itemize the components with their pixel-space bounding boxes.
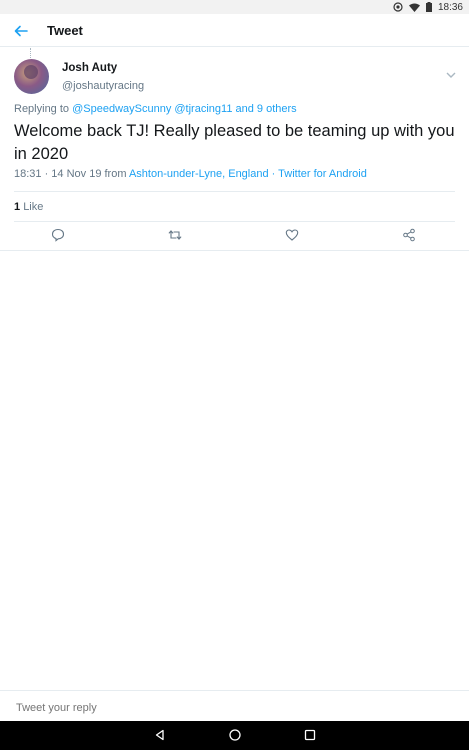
status-bar: 18:36 xyxy=(0,0,469,14)
like-count-number: 1 xyxy=(14,201,21,213)
app-bar: Tweet xyxy=(0,14,469,47)
author-handle[interactable]: @joshautyracing xyxy=(62,80,144,92)
reply-icon[interactable] xyxy=(51,228,67,244)
wifi-icon xyxy=(408,3,420,12)
nav-back-icon[interactable] xyxy=(153,728,167,742)
back-arrow-icon[interactable] xyxy=(12,22,30,40)
retweet-icon[interactable] xyxy=(168,228,184,244)
like-icon[interactable] xyxy=(285,228,301,244)
reply-input[interactable] xyxy=(14,701,418,715)
likes-count[interactable]: 1 Like xyxy=(14,201,43,213)
cast-icon xyxy=(393,2,403,12)
battery-icon xyxy=(425,2,432,12)
nav-home-icon[interactable] xyxy=(228,728,242,742)
tweet-timestamp: 18:31 · 14 Nov 19 from xyxy=(14,168,127,180)
page-title: Tweet xyxy=(47,23,83,38)
divider xyxy=(14,191,455,192)
nav-recents-icon[interactable] xyxy=(303,728,317,742)
tweet-meta: 18:31 · 14 Nov 19 from Ashton-under-Lyne… xyxy=(14,168,367,180)
thread-connector xyxy=(30,48,31,58)
avatar[interactable] xyxy=(14,59,49,94)
share-icon[interactable] xyxy=(402,228,418,244)
tweet-location-source[interactable]: Ashton-under-Lyne, England · Twitter for… xyxy=(129,168,367,180)
tweet-text: Welcome back TJ! Really pleased to be te… xyxy=(14,122,455,163)
system-nav-bar xyxy=(0,721,469,750)
divider xyxy=(14,221,455,222)
reply-composer xyxy=(0,690,469,720)
replying-prefix: Replying to xyxy=(14,103,70,115)
chevron-down-icon[interactable] xyxy=(446,66,456,78)
like-count-label: Like xyxy=(23,201,44,213)
replying-to-links[interactable]: @SpeedwayScunny @tjracing11 and 9 others xyxy=(72,103,297,115)
author-name[interactable]: Josh Auty xyxy=(62,62,117,74)
divider xyxy=(0,250,469,251)
replying-to: Replying to @SpeedwayScunny @tjracing11 … xyxy=(14,103,297,115)
tweet-actions xyxy=(0,228,469,248)
status-time: 18:36 xyxy=(437,1,463,13)
